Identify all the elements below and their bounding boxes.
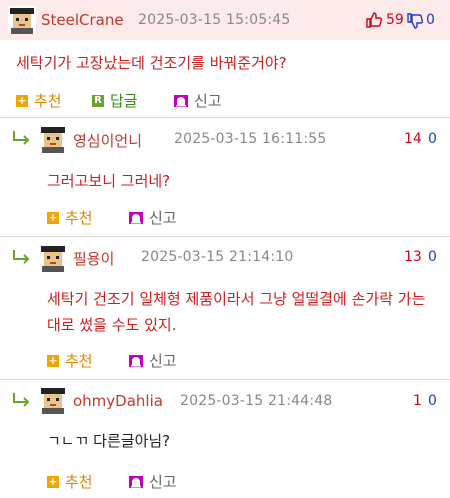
- thumbs-down-icon[interactable]: [407, 13, 423, 29]
- comment-upvote-count: 13: [404, 249, 422, 265]
- comment-timestamp: 2025-03-15 16:11:55: [174, 131, 327, 147]
- thumbs-up-icon[interactable]: [366, 12, 382, 28]
- reply-icon: R: [92, 94, 104, 107]
- post-text: 세탁기가 고장났는데 건조기를 바꿔준거야?: [16, 54, 287, 72]
- comment-text: 그러고보니 그러네?: [47, 172, 171, 190]
- plus-icon: +: [47, 210, 59, 224]
- avatar-icon: [8, 6, 36, 34]
- recommend-label: 추천: [65, 209, 93, 227]
- comment-downvote-count: 0: [428, 393, 437, 409]
- post-downvote-count: 0: [426, 12, 435, 28]
- recommend-button[interactable]: + 추천: [47, 350, 93, 371]
- comment-author[interactable]: ohmyDahlia: [73, 392, 163, 410]
- comment-item: 필용이 2025-03-15 21:14:10 13 0 세탁기 건조기 일체형…: [0, 237, 450, 379]
- comment-downvote-count: 0: [428, 131, 437, 147]
- post-timestamp: 2025-03-15 15:05:45: [138, 12, 291, 28]
- plus-icon: +: [16, 93, 28, 107]
- recommend-button[interactable]: + 추천: [47, 471, 93, 492]
- siren-icon: [129, 354, 143, 367]
- avatar-icon: [39, 386, 67, 414]
- recommend-label: 추천: [65, 473, 93, 491]
- comment-text: ㄱㄴㄲ 다른글아님?: [47, 432, 171, 450]
- reply-button[interactable]: R 답글: [92, 90, 138, 111]
- comment-item: ohmyDahlia 2025-03-15 21:44:48 1 0 ㄱㄴㄲ 다…: [0, 380, 450, 498]
- post-author[interactable]: SteelCrane: [41, 11, 124, 29]
- avatar-icon: [39, 244, 67, 272]
- main-post: SteelCrane 2025-03-15 15:05:45 59 0 세탁기가…: [0, 0, 450, 118]
- recommend-label: 추천: [65, 352, 93, 370]
- avatar-icon: [39, 125, 67, 153]
- comment-text: 세탁기 건조기 일체형 제품이라서 그냥 얼떨결에 손가락 가는 대로 썼을 수…: [47, 290, 426, 334]
- siren-icon: [129, 211, 143, 224]
- comment-author[interactable]: 영심이언니: [73, 130, 142, 151]
- comment-upvote-count: 1: [413, 393, 422, 409]
- recommend-button[interactable]: + 추천: [47, 207, 93, 228]
- reply-label: 답글: [110, 92, 138, 110]
- report-label: 신고: [194, 92, 222, 110]
- comment-timestamp: 2025-03-15 21:14:10: [141, 249, 294, 265]
- report-button[interactable]: 신고: [129, 207, 177, 228]
- report-label: 신고: [149, 209, 177, 227]
- report-button[interactable]: 신고: [174, 90, 222, 111]
- comment-downvote-count: 0: [428, 249, 437, 265]
- recommend-label: 추천: [34, 92, 62, 110]
- plus-icon: +: [47, 353, 59, 367]
- report-button[interactable]: 신고: [129, 471, 177, 492]
- siren-icon: [129, 475, 143, 488]
- reply-arrow-icon: [13, 393, 30, 407]
- comment-item: 영심이언니 2025-03-15 16:11:55 14 0 그러고보니 그러네…: [0, 118, 450, 236]
- comment-upvote-count: 14: [404, 131, 422, 147]
- report-label: 신고: [149, 473, 177, 491]
- siren-icon: [174, 94, 188, 107]
- post-header: SteelCrane 2025-03-15 15:05:45 59 0: [0, 0, 450, 40]
- comment-timestamp: 2025-03-15 21:44:48: [180, 393, 333, 409]
- comment-author[interactable]: 필용이: [73, 248, 114, 269]
- report-button[interactable]: 신고: [129, 350, 177, 371]
- recommend-button[interactable]: + 추천: [16, 90, 62, 111]
- post-upvote-count: 59: [386, 12, 404, 28]
- report-label: 신고: [149, 352, 177, 370]
- plus-icon: +: [47, 474, 59, 488]
- reply-arrow-icon: [13, 250, 30, 264]
- reply-arrow-icon: [13, 131, 30, 145]
